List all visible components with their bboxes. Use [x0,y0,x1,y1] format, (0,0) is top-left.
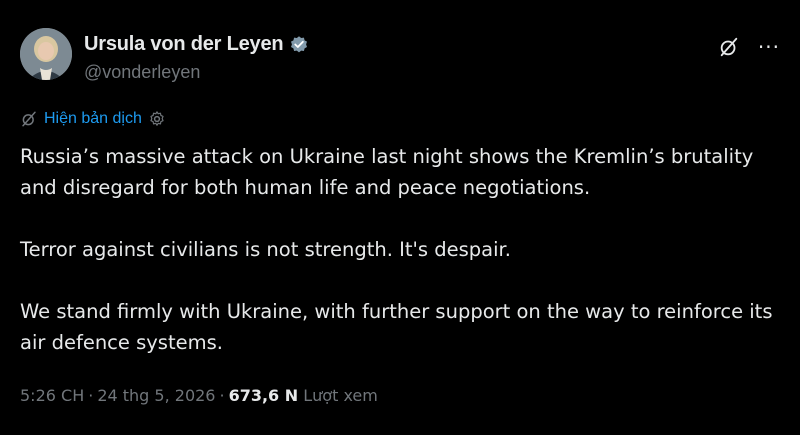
tweet-text: Russia’s massive attack on Ukraine last … [20,141,780,358]
tweet-time[interactable]: 5:26 CH [20,386,84,405]
profile-photo [20,28,72,80]
views-label: Lượt xem [303,386,378,405]
gear-icon[interactable] [148,110,166,128]
translate-icon [20,110,38,128]
tweet-paragraph: Russia’s massive attack on Ukraine last … [20,145,754,199]
grok-icon[interactable] [718,36,740,58]
translate-row: Hiện bản dịch [20,110,166,128]
tweet-paragraph: Terror against civilians is not strength… [20,238,511,261]
tweet-paragraph: We stand firmly with Ukraine, with furth… [20,300,773,354]
tweet-top-actions: ··· [718,36,780,58]
author-name-row: Ursula von der Leyen [84,33,309,56]
tweet-card: Ursula von der Leyen @vonderleyen ··· Hi… [0,0,800,435]
verified-badge-icon [289,35,309,55]
author-display-name[interactable]: Ursula von der Leyen [84,33,284,56]
avatar[interactable] [20,28,72,80]
show-translation-link[interactable]: Hiện bản dịch [44,110,142,128]
tweet-date[interactable]: 24 thg 5, 2026 [97,386,215,405]
meta-separator: · [88,386,94,405]
views-count: 673,6 N [228,386,299,405]
more-icon[interactable]: ··· [758,37,780,57]
meta-separator: · [219,386,225,405]
tweet-metadata: 5:26 CH · 24 thg 5, 2026 · 673,6 N Lượt xem [20,386,378,405]
author-handle[interactable]: @vonderleyen [84,62,200,83]
